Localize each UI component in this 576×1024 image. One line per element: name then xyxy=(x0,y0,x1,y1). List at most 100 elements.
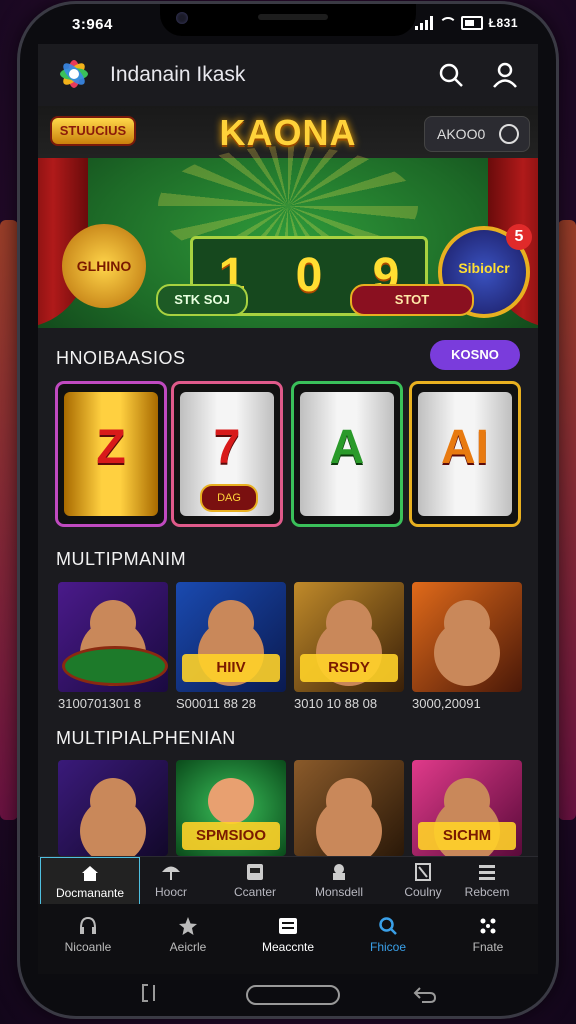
tile-caption: 3000,20091 xyxy=(412,696,481,711)
tile-character xyxy=(326,600,372,646)
system-navigation-bar xyxy=(20,974,556,1016)
game-tile[interactable]: HIIV xyxy=(176,582,286,692)
earpiece-speaker xyxy=(258,14,328,20)
tab-rebcem[interactable]: Rebcem xyxy=(438,857,536,905)
status-icons: Ł831 xyxy=(414,16,518,30)
nav-label: Meaccnte xyxy=(261,940,315,954)
clock-icon xyxy=(499,124,519,144)
slot-reel: AI xyxy=(418,392,512,516)
slot-game-card[interactable]: Z xyxy=(58,384,164,524)
nav-label: Fnate xyxy=(472,940,504,954)
right-emblem-badge: 5 xyxy=(506,224,532,250)
nav-label: Nicoanle xyxy=(64,940,112,954)
left-emblem-label: GLHINO xyxy=(76,258,132,274)
slot-reel: Z xyxy=(64,392,158,516)
tile-caption: 3010 10 88 08 xyxy=(294,696,378,711)
grid-icon xyxy=(480,918,496,934)
tab-label: Rebcem xyxy=(464,885,510,899)
tile-caption: 3100701301 8 xyxy=(58,696,142,711)
search-icon[interactable] xyxy=(436,60,466,90)
app-title: Indanain Ikask xyxy=(110,63,246,86)
tile-character xyxy=(326,778,372,824)
right-emblem-label: Sibiolcr xyxy=(458,260,510,276)
roulette-table xyxy=(62,646,168,686)
tile-character xyxy=(444,600,490,646)
phone-frame: 3:964 Ł831 Indanain Ikask STUUCIUS KAONA… xyxy=(20,4,556,1016)
home-icon xyxy=(82,866,98,881)
search-icon xyxy=(379,917,397,935)
star-icon xyxy=(179,917,197,935)
game-tile[interactable]: SPMSIOO xyxy=(176,760,286,856)
app-logo-icon xyxy=(60,60,88,88)
game-tile[interactable] xyxy=(58,760,168,856)
nav-label: Aeicrle xyxy=(169,940,207,954)
game-tile[interactable] xyxy=(294,760,404,856)
banner-left-button[interactable]: STK SOJ xyxy=(156,284,248,316)
category-tabs: Docmanante Hoocr Ccanter Monsdell Coulny… xyxy=(38,856,538,907)
tile-label: SICHM xyxy=(418,822,516,850)
banner-right-button[interactable]: STOT xyxy=(350,284,474,316)
background-light-right xyxy=(558,220,576,820)
slot-symbol: A xyxy=(329,421,365,474)
slot-symbol: AI xyxy=(441,421,489,474)
tile-character xyxy=(208,778,254,824)
status-label: Ł831 xyxy=(488,16,518,30)
banner-left-badge: STUUCIUS xyxy=(52,118,134,144)
nav-aeicrle[interactable]: Aeicrle xyxy=(138,904,238,974)
balance-value: AKOO0 xyxy=(437,126,486,142)
slot-symbol: Z xyxy=(96,421,126,474)
nav-nicoanle[interactable]: Nicoanle xyxy=(38,904,138,974)
game-tile[interactable]: SICHM xyxy=(412,760,522,856)
balance-display[interactable]: AKOO0 xyxy=(424,116,530,152)
slot-symbol: 7 xyxy=(213,421,241,474)
game-tile[interactable] xyxy=(58,582,168,692)
slot-reel: A xyxy=(300,392,394,516)
left-emblem[interactable]: GLHINO xyxy=(62,224,146,308)
back-icon[interactable] xyxy=(412,982,438,1004)
nav-fhicoe[interactable]: Fhicoe xyxy=(338,904,438,974)
slot-badge: DAG xyxy=(200,484,258,512)
bottom-navigation: Nicoanle Aeicrle Meaccnte Fhicoe Fnate xyxy=(38,904,538,974)
tile-character xyxy=(444,778,490,824)
tile-character xyxy=(90,778,136,824)
recent-apps-icon[interactable] xyxy=(140,982,166,1004)
nav-label: Fhicoe xyxy=(369,940,407,954)
headset-icon xyxy=(80,916,96,934)
home-gesture-button[interactable] xyxy=(246,985,340,1005)
section-pill-button[interactable]: KOSNO xyxy=(430,340,520,370)
slot-icon xyxy=(247,864,263,880)
section-title-slots: HNOIBAASIOS xyxy=(56,348,186,368)
section-title-multi2: MULTIPIALPHENIAN xyxy=(56,728,236,748)
umbrella-icon xyxy=(162,866,180,880)
tile-caption: S00011 88 28 xyxy=(176,696,256,711)
battery-icon xyxy=(460,16,483,30)
menu-icon xyxy=(279,918,297,934)
signal-icon xyxy=(414,16,433,30)
slot-game-card[interactable]: A xyxy=(294,384,400,524)
banner-title: KAONA xyxy=(219,112,357,153)
game-tile[interactable]: RSDY xyxy=(294,582,404,692)
slot-game-card[interactable]: AI xyxy=(412,384,518,524)
list-icon xyxy=(479,865,495,880)
tile-label: SPMSIOO xyxy=(182,822,280,850)
status-time: 3:964 xyxy=(72,16,113,33)
tile-label: HIIV xyxy=(182,654,280,682)
app-screen: Indanain Ikask STUUCIUS KAONA AKOO0 GLHI… xyxy=(38,44,538,974)
slot-game-card[interactable]: 7 DAG xyxy=(174,384,280,524)
profile-icon[interactable] xyxy=(490,60,520,90)
phone-notch xyxy=(160,4,416,36)
reel-digit: 0 xyxy=(295,249,323,302)
chef-icon xyxy=(333,864,345,880)
book-icon xyxy=(415,863,431,881)
tile-label: RSDY xyxy=(300,654,398,682)
slot-reel: 7 DAG xyxy=(180,392,274,516)
section-title-multi: MULTIPMANIM xyxy=(56,549,187,569)
tile-character xyxy=(90,600,136,646)
tile-character xyxy=(208,600,254,646)
front-camera xyxy=(176,12,188,24)
wifi-icon xyxy=(438,17,457,29)
app-bar: Indanain Ikask xyxy=(38,44,538,106)
nav-meaccnte[interactable]: Meaccnte xyxy=(238,904,338,974)
nav-fnate[interactable]: Fnate xyxy=(438,904,538,974)
game-tile[interactable] xyxy=(412,582,522,692)
